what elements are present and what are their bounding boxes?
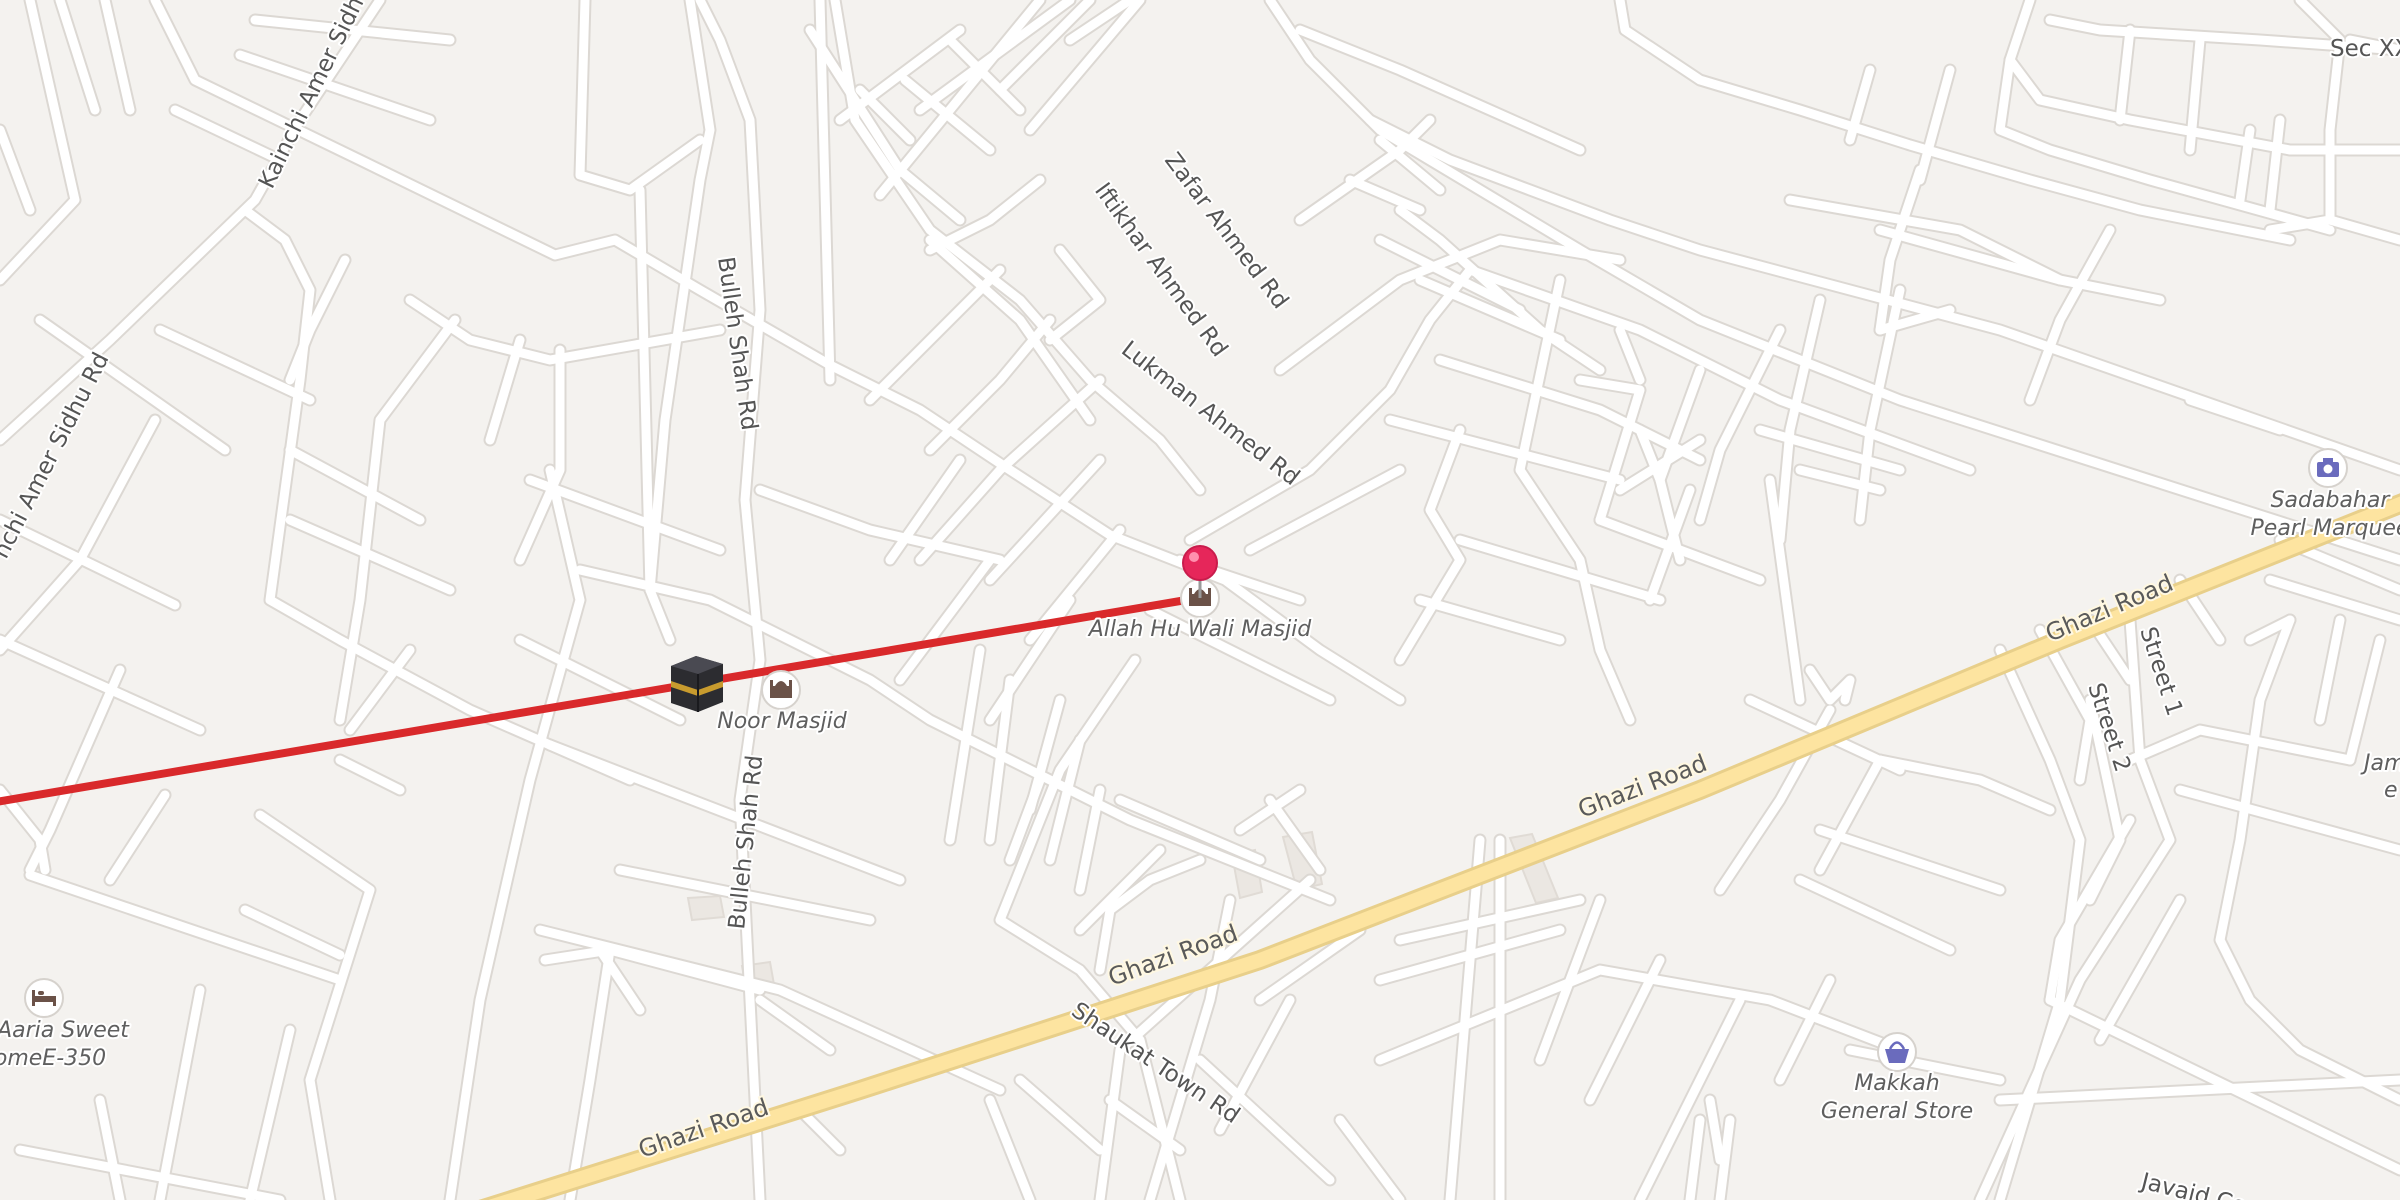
road[interactable] [25,665,125,875]
road-outline [993,653,1187,1200]
road[interactable] [100,0,135,115]
road[interactable] [1015,1075,1105,1155]
poi-label-line-1: Sadabahar [2271,488,2392,513]
poi-label-line-1: Makkah [1854,1071,1939,1096]
road[interactable] [925,315,1055,455]
road-outline [253,808,377,1200]
poi-label-line-2: omeE-350 [0,1046,106,1071]
poi-label: Noor Masjid [717,709,848,734]
road[interactable] [2125,725,2355,765]
road[interactable] [15,1145,285,1200]
road[interactable] [1455,535,1665,605]
road[interactable] [1245,465,1405,555]
poi-label-line-1: Aaria Sweet [0,1018,130,1043]
road[interactable] [985,1095,1035,1200]
road[interactable] [2325,215,2400,245]
road[interactable] [285,445,425,525]
poi-aaria-sweet-home[interactable]: Aaria Sweet omeE-350 [0,978,132,1073]
road[interactable] [1415,595,1565,645]
road[interactable] [55,0,100,115]
road[interactable] [2345,635,2385,765]
road[interactable] [865,265,1005,405]
road[interactable] [1705,1095,1725,1165]
road[interactable] [1805,665,1855,705]
road[interactable] [1995,1075,2400,1105]
poi-label-line-1: Jam [2360,751,2400,776]
road[interactable] [2315,615,2345,725]
road[interactable] [0,125,35,215]
road-outline [573,0,707,197]
road[interactable] [1775,975,1835,1085]
road[interactable] [155,985,205,1200]
poi-makkah-general-store[interactable]: Makkah General Store [1819,1032,1975,1126]
road[interactable] [635,185,655,595]
road[interactable] [575,0,705,195]
road[interactable] [1685,1115,1705,1200]
road[interactable] [545,740,905,885]
road-outline [513,343,567,567]
road-label-javaid: Javaid Co [2137,1168,2249,1200]
road[interactable] [1875,755,2055,815]
road[interactable] [1915,65,1955,185]
road[interactable] [2115,25,2135,125]
road[interactable] [2175,785,2400,855]
road[interactable] [445,465,585,1200]
poi-label-line-2: e [2384,778,2398,803]
map-canvas[interactable]: Kainchi Amer Sidhu nchi Amer Sidhu Rd Bu… [0,0,2400,1200]
map-view[interactable]: Kainchi Amer Sidhu nchi Amer Sidhu Rd Bu… [0,0,2400,1200]
road[interactable] [95,1095,125,1200]
poi-label: Allah Hu Wali Masjid [1087,617,1313,642]
road[interactable] [245,1025,295,1200]
road[interactable] [755,485,1005,565]
road[interactable] [1345,175,1425,215]
poi-label-line-2: Pearl Marquee [2251,516,2400,541]
road[interactable] [1815,825,2005,895]
road[interactable] [2185,395,2285,435]
road[interactable] [1795,875,1955,955]
kaaba-icon [671,656,723,712]
road-label-sec: Sec XX [2330,36,2400,62]
road[interactable] [335,755,405,795]
poi-noor-masjid[interactable]: Noor Masjid [715,670,850,736]
poi-jam[interactable]: Jam e [2358,749,2400,805]
road[interactable] [1335,1115,1405,1200]
road[interactable] [0,0,80,285]
road[interactable] [105,790,170,885]
road[interactable] [155,325,315,405]
poi-label-line-2: General Store [1821,1099,1973,1124]
road[interactable] [1385,415,1625,485]
road[interactable] [2265,115,2285,215]
building [686,894,726,922]
road[interactable] [1395,425,1465,665]
